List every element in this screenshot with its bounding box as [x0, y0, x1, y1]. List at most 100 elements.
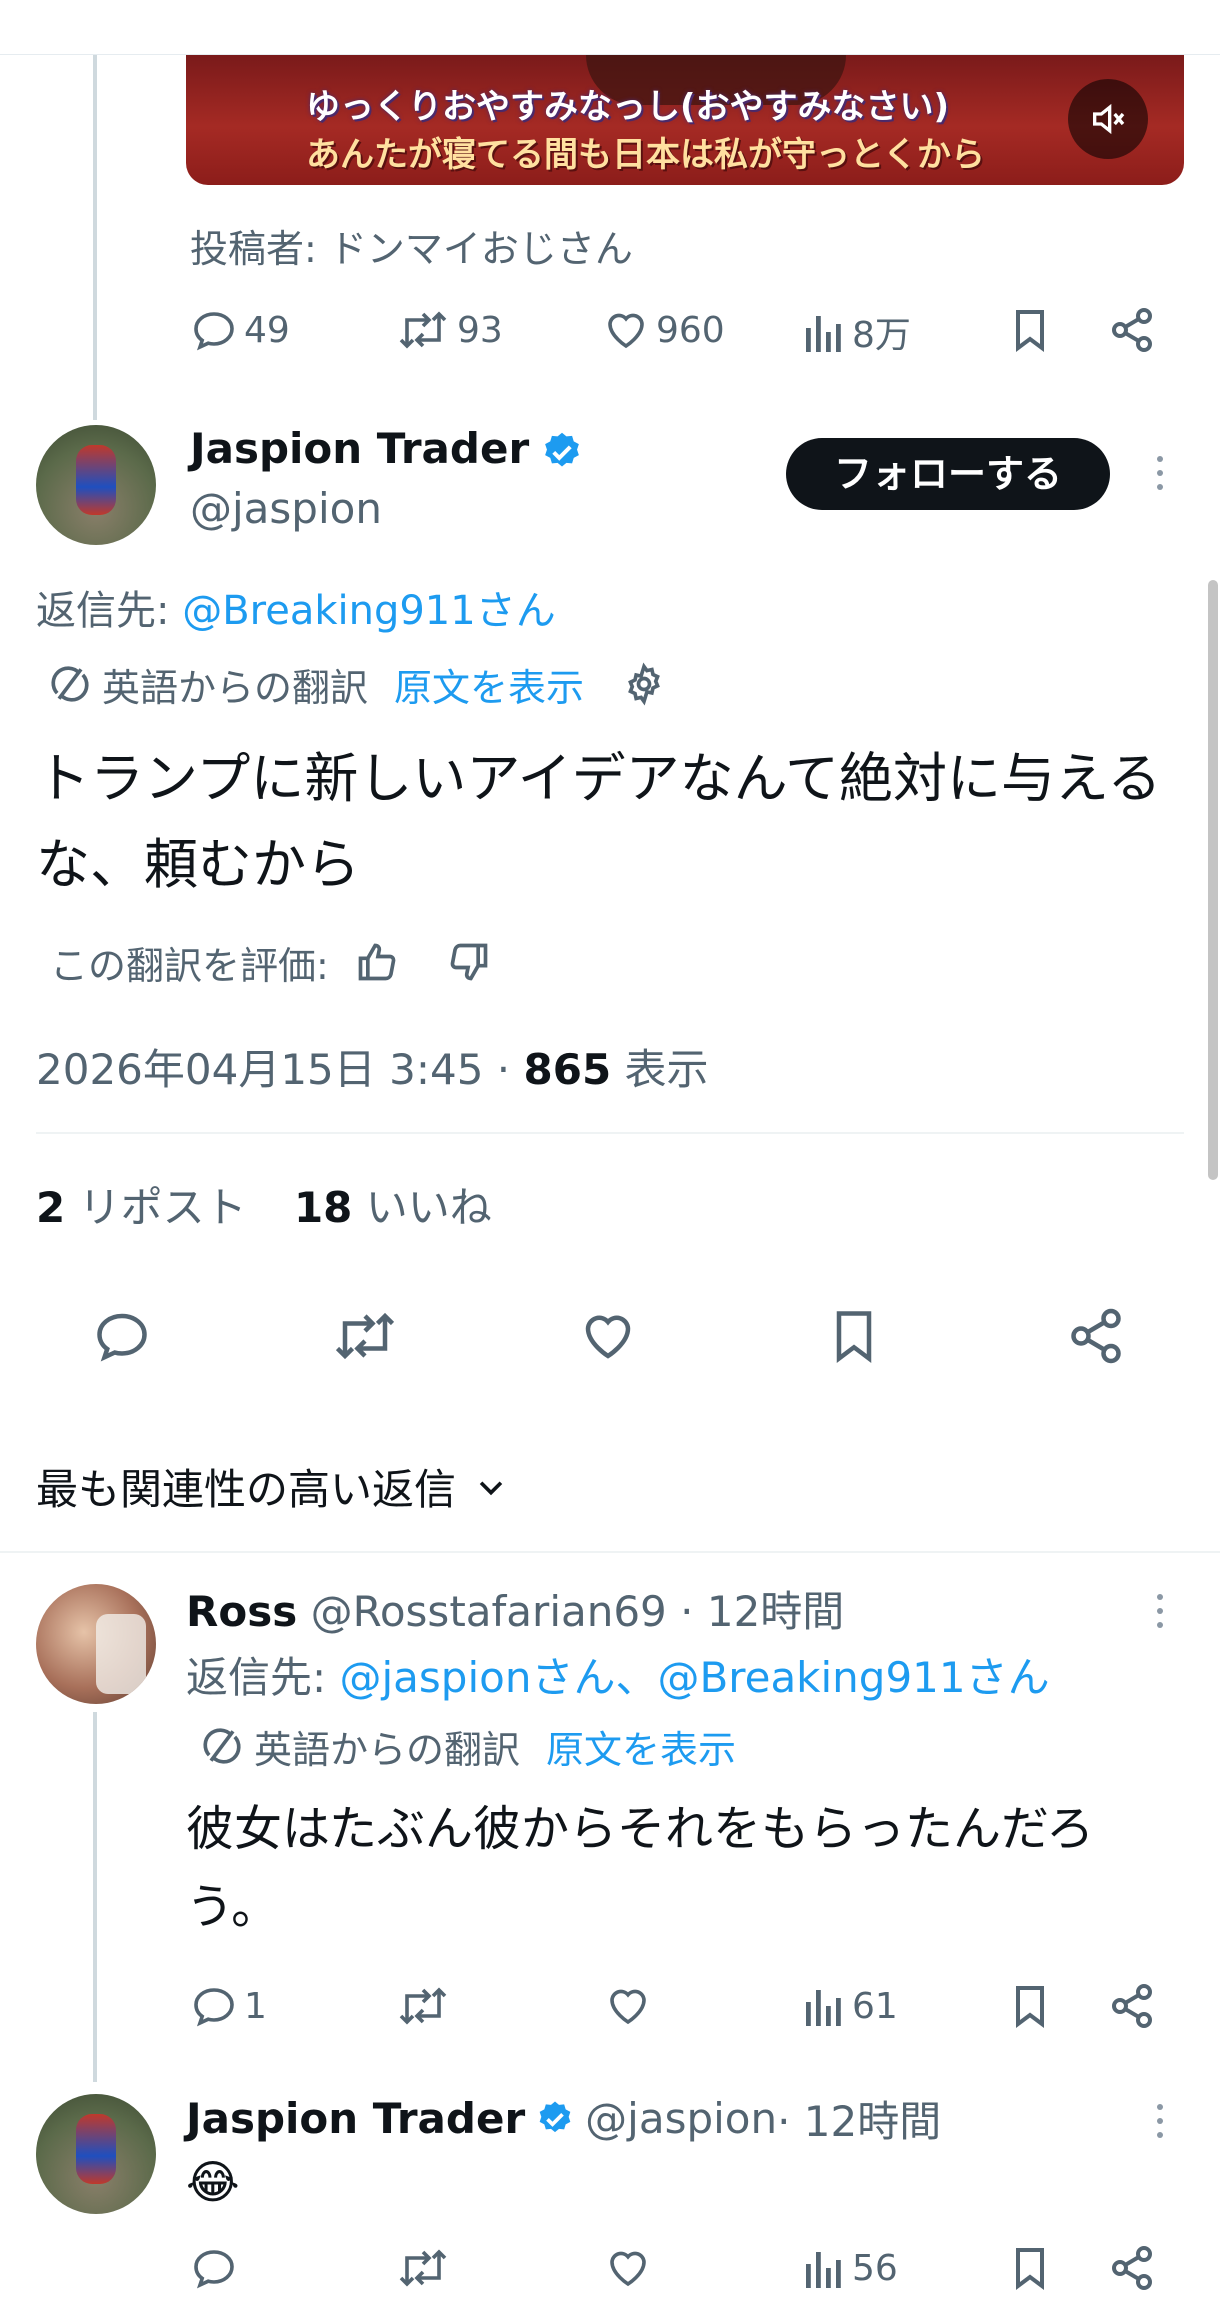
reply-text: 😂: [186, 2155, 240, 2209]
scrollbar-thumb[interactable]: [1208, 580, 1218, 1180]
likes-label[interactable]: いいね: [352, 1183, 492, 1232]
views-stat[interactable]: 8万: [802, 306, 911, 358]
reply-to-prefix: 返信先:: [186, 1653, 340, 1702]
reply-time[interactable]: · 12時間: [667, 1587, 844, 1636]
views-count: 56: [852, 2247, 898, 2289]
reposts-label[interactable]: リポスト: [65, 1183, 247, 1232]
repost-count: 93: [457, 309, 503, 351]
more-options-icon[interactable]: [1150, 1594, 1170, 1628]
reply-author-name[interactable]: Ross: [186, 1587, 297, 1636]
heart-icon: [602, 306, 650, 354]
like-stat[interactable]: 960: [602, 306, 725, 354]
author-handle[interactable]: @jaspion: [190, 484, 382, 533]
reply-to-handle-link[interactable]: @Breaking911さん: [182, 588, 556, 634]
avatar-detail: [96, 1614, 146, 1694]
share-button[interactable]: [1066, 1306, 1126, 1366]
avatar-figure: [76, 445, 116, 515]
thread-connector: [93, 55, 97, 420]
reply-author-handle[interactable]: @Rosstafarian69: [311, 1587, 667, 1636]
reply-text: 彼女はたぶん彼からそれをもらったんだろう。: [186, 1801, 1095, 1935]
follow-button[interactable]: フォローする: [786, 438, 1110, 510]
repost-icon[interactable]: [395, 2244, 451, 2292]
bar-chart-icon: [802, 2244, 846, 2292]
views-count: 8万: [852, 315, 911, 356]
views-label: 表示: [611, 1045, 709, 1094]
views-stat[interactable]: 56: [802, 2244, 898, 2292]
replies-sort-label: 最も関連性の高い返信: [36, 1465, 457, 1514]
reply-to-line: 返信先: @jaspionさん、@Breaking911さん: [186, 1644, 1050, 1705]
reply-stat[interactable]: 49: [190, 306, 290, 354]
repost-stat[interactable]: 93: [395, 306, 503, 354]
reply-author-name[interactable]: Jaspion Trader: [186, 2094, 525, 2143]
verified-badge-icon: [535, 2099, 575, 2139]
views-count: 61: [852, 1985, 898, 2027]
bookmark-icon[interactable]: [1006, 306, 1054, 354]
speaker-muted-icon: [1088, 99, 1128, 139]
reply-header: Jaspion Trader @jaspion · 12時間: [186, 2088, 941, 2149]
repost-icon[interactable]: [395, 1982, 451, 2030]
reply-stat[interactable]: 1: [190, 1982, 267, 2030]
heart-icon[interactable]: [604, 2244, 652, 2292]
reply-author-handle[interactable]: @jaspion: [585, 2094, 777, 2143]
reply-to-line: 返信先: @Breaking911さん: [36, 578, 556, 636]
translation-bar: 英語からの翻訳 原文を表示: [48, 656, 666, 712]
reply-count: 1: [244, 1985, 267, 2027]
post-timestamp[interactable]: 2026年04月15日 3:45 ·: [36, 1045, 524, 1094]
share-icon[interactable]: [1108, 2244, 1156, 2292]
video-caption-line2: あんたが寝てる間も日本は私が守っとくから: [306, 135, 985, 175]
reply-icon[interactable]: [190, 2244, 238, 2292]
reply-to-handles-link[interactable]: @jaspionさん、@Breaking911さん: [340, 1653, 1050, 1702]
reply-time[interactable]: · 12時間: [777, 2088, 941, 2149]
bar-chart-icon: [802, 308, 846, 356]
reply-avatar[interactable]: [36, 1584, 156, 1704]
bookmark-button[interactable]: [824, 1306, 884, 1366]
chevron-down-icon: [474, 1470, 508, 1504]
more-options-icon[interactable]: [1150, 456, 1170, 490]
like-count: 960: [656, 309, 725, 351]
engagement-counts: 2 リポスト 18 いいね: [36, 1174, 492, 1235]
rate-translation-bar: この翻訳を評価:: [50, 934, 491, 990]
author-name[interactable]: Jaspion Trader: [190, 424, 529, 473]
reply-icon: [190, 1982, 238, 2030]
post-timestamp-line: 2026年04月15日 3:45 · 865 表示: [36, 1036, 709, 1097]
reposts-count[interactable]: 2: [36, 1183, 65, 1232]
show-original-link[interactable]: 原文を表示: [546, 1719, 736, 1774]
translated-from-label: 英語からの翻訳: [102, 665, 369, 710]
share-icon[interactable]: [1108, 1982, 1156, 2030]
reply-count: 49: [244, 309, 290, 351]
repost-icon: [395, 306, 451, 354]
show-original-link[interactable]: 原文を表示: [394, 657, 584, 712]
more-options-icon[interactable]: [1150, 2104, 1170, 2138]
avatar-figure: [76, 2114, 116, 2184]
likes-count[interactable]: 18: [294, 1183, 352, 1232]
reply-button[interactable]: [92, 1306, 152, 1366]
video-caption-line1: ゆっくりおやすみなっし(おやすみなさい): [306, 87, 950, 127]
author-avatar[interactable]: [36, 425, 156, 545]
reply-to-prefix: 返信先:: [36, 588, 183, 634]
divider: [36, 1132, 1184, 1134]
rate-translation-label: この翻訳を評価:: [50, 943, 329, 988]
reply-icon: [190, 306, 238, 354]
reply-avatar[interactable]: [36, 2094, 156, 2214]
like-button[interactable]: [578, 1306, 638, 1366]
mute-button[interactable]: [1068, 79, 1148, 159]
gear-icon[interactable]: [622, 662, 666, 706]
bookmark-icon[interactable]: [1006, 1982, 1054, 2030]
views-stat[interactable]: 61: [802, 1982, 898, 2030]
translated-from-label: 英語からの翻訳: [254, 1727, 521, 1772]
bookmark-icon[interactable]: [1006, 2244, 1054, 2292]
share-icon[interactable]: [1108, 306, 1156, 354]
views-count-bold: 865: [523, 1045, 612, 1094]
translate-icon: [200, 1724, 244, 1768]
repost-button[interactable]: [330, 1306, 400, 1366]
reply-header: Ross @Rosstafarian69 · 12時間: [186, 1578, 844, 1639]
post-text: トランプに新しいアイデアなんて絶対に与えるな、頼むから: [36, 747, 1162, 896]
thumbs-up-icon[interactable]: [355, 940, 399, 984]
thumbs-down-icon[interactable]: [447, 940, 491, 984]
heart-icon[interactable]: [604, 1982, 652, 2030]
video-player[interactable]: ゆっくりおやすみなっし(おやすみなさい) あんたが寝てる間も日本は私が守っとくか…: [186, 55, 1184, 185]
posted-by-label: 投稿者: ドンマイおじさん: [190, 227, 633, 271]
divider: [0, 1551, 1220, 1553]
translate-icon: [48, 662, 92, 706]
replies-sort-dropdown[interactable]: 最も関連性の高い返信: [36, 1456, 508, 1517]
